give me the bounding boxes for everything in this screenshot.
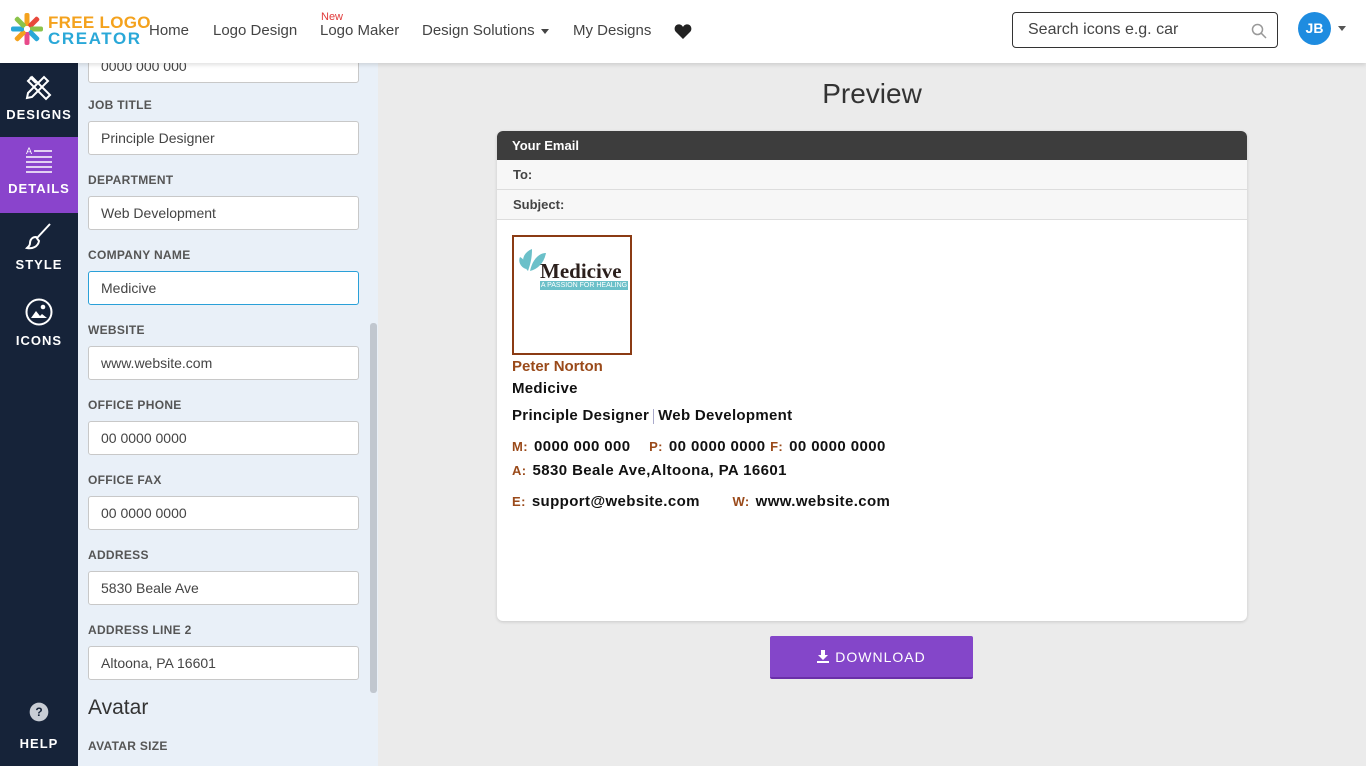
signature-logo: Medicive A PASSION FOR HEALING bbox=[512, 235, 632, 355]
signature-role: Principle Designer Web Development bbox=[512, 407, 792, 424]
office-fax-label: OFFICE FAX bbox=[88, 473, 162, 487]
sidebar-label-details: DETAILS bbox=[8, 181, 70, 196]
signature-address-line: A: 5830 Beale Ave,Altoona, PA 16601 bbox=[512, 462, 787, 479]
job-title-label: JOB TITLE bbox=[88, 98, 153, 112]
email-header: Your Email bbox=[497, 131, 1247, 160]
logo-mark-icon bbox=[11, 13, 43, 45]
svg-text:?: ? bbox=[35, 705, 42, 719]
address-label: ADDRESS bbox=[88, 548, 149, 562]
sidebar-label-icons: ICONS bbox=[15, 333, 63, 348]
logo-text-line2: CREATOR bbox=[48, 29, 142, 48]
website-key: W: bbox=[732, 494, 750, 509]
avatar-size-label: AVATAR SIZE bbox=[88, 739, 168, 753]
address-line2-field[interactable]: Altoona, PA 16601 bbox=[88, 646, 359, 680]
email-subject-row: Subject: bbox=[497, 190, 1247, 220]
website-value: www.website.com bbox=[755, 493, 891, 510]
panel-scrollbar[interactable] bbox=[370, 323, 377, 693]
email-to-row: To: bbox=[497, 160, 1247, 190]
job-title-field[interactable]: Principle Designer bbox=[88, 121, 359, 155]
search-icon[interactable] bbox=[1251, 23, 1267, 39]
pencil-ruler-icon bbox=[25, 75, 52, 101]
nav-design-solutions-label: Design Solutions bbox=[422, 22, 535, 39]
department-label: DEPARTMENT bbox=[88, 173, 174, 187]
fax-key: F: bbox=[770, 439, 784, 454]
website-field[interactable]: www.website.com bbox=[88, 346, 359, 380]
nav-my-designs[interactable]: My Designs bbox=[573, 22, 651, 39]
nav-home[interactable]: Home bbox=[149, 22, 189, 39]
signature-phone-line: M: 0000 000 000 P: 00 0000 0000 F: 00 0000 … bbox=[512, 438, 886, 455]
search-box bbox=[1012, 12, 1278, 48]
sidebar-item-style[interactable]: STYLE bbox=[0, 213, 78, 289]
details-form-panel: 0000 000 000 JOB TITLE Principle Designe… bbox=[78, 63, 378, 766]
help-icon: ? bbox=[29, 702, 49, 722]
download-button[interactable]: DOWNLOAD bbox=[770, 636, 973, 679]
logo-tagline-text: A PASSION FOR HEALING bbox=[540, 281, 628, 290]
email-preview-card: Your Email To: Subject: Medicive A PASSI… bbox=[497, 131, 1247, 621]
office-phone-label: OFFICE PHONE bbox=[88, 398, 182, 412]
user-avatar[interactable]: JB bbox=[1298, 12, 1331, 45]
signature-web-line: E: support@website.com W: www.website.com bbox=[512, 493, 890, 510]
sidebar-item-help[interactable]: ? HELP bbox=[0, 690, 78, 766]
heart-icon[interactable] bbox=[674, 23, 692, 40]
mobile-field[interactable]: 0000 000 000 bbox=[88, 63, 359, 83]
sidebar-label-designs: DESIGNS bbox=[6, 107, 72, 122]
sidebar-label-help: HELP bbox=[19, 736, 59, 751]
left-sidebar: DESIGNS A DETAILS STYLE ICONS ? HELP bbox=[0, 63, 78, 766]
email-value: support@website.com bbox=[531, 493, 700, 510]
divider bbox=[653, 408, 655, 424]
top-bar: FREE LOGO CREATOR Home Logo Design New L… bbox=[0, 0, 1366, 63]
signature-company: Medicive bbox=[512, 380, 578, 397]
address-line2-label: ADDRESS LINE 2 bbox=[88, 623, 192, 637]
office-phone-field[interactable]: 00 0000 0000 bbox=[88, 421, 359, 455]
sidebar-item-icons[interactable]: ICONS bbox=[0, 289, 78, 365]
fax-value: 00 0000 0000 bbox=[789, 438, 886, 455]
nav-logo-maker[interactable]: Logo Maker bbox=[320, 22, 399, 39]
email-key: E: bbox=[512, 494, 526, 509]
paintbrush-icon bbox=[24, 223, 51, 250]
address-key: A: bbox=[512, 463, 527, 478]
text-lines-icon: A bbox=[26, 146, 52, 173]
company-name-label: COMPANY NAME bbox=[88, 248, 191, 262]
search-input[interactable] bbox=[1028, 21, 1238, 39]
nav-logo-design[interactable]: Logo Design bbox=[213, 22, 297, 39]
site-logo[interactable]: FREE LOGO CREATOR bbox=[10, 12, 151, 48]
chevron-down-icon bbox=[540, 28, 549, 34]
sidebar-label-style: STYLE bbox=[15, 257, 63, 272]
download-icon bbox=[817, 650, 830, 663]
company-name-field[interactable]: Medicive bbox=[88, 271, 359, 305]
office-fax-field[interactable]: 00 0000 0000 bbox=[88, 496, 359, 530]
download-label: DOWNLOAD bbox=[835, 649, 926, 665]
nav-design-solutions[interactable]: Design Solutions bbox=[422, 22, 549, 39]
address-field[interactable]: 5830 Beale Ave bbox=[88, 571, 359, 605]
sidebar-item-designs[interactable]: DESIGNS bbox=[0, 63, 78, 139]
svg-text:A: A bbox=[26, 146, 32, 156]
preview-title: Preview bbox=[822, 78, 922, 109]
signature-name: Peter Norton bbox=[512, 358, 603, 375]
phone-key: P: bbox=[649, 439, 663, 454]
signature-department: Web Development bbox=[658, 407, 793, 424]
image-icon bbox=[25, 298, 53, 326]
chevron-down-icon[interactable] bbox=[1338, 26, 1346, 31]
phone-value: 00 0000 0000 bbox=[668, 438, 766, 455]
sidebar-item-details[interactable]: A DETAILS bbox=[0, 137, 78, 213]
mobile-value: 0000 000 000 bbox=[533, 438, 631, 455]
address-value: 5830 Beale Ave,Altoona, PA 16601 bbox=[532, 462, 787, 479]
avatar-section-title: Avatar bbox=[88, 696, 149, 719]
mobile-key: M: bbox=[512, 439, 528, 454]
signature-job-title: Principle Designer bbox=[512, 407, 650, 424]
department-field[interactable]: Web Development bbox=[88, 196, 359, 230]
website-label: WEBSITE bbox=[88, 323, 145, 337]
